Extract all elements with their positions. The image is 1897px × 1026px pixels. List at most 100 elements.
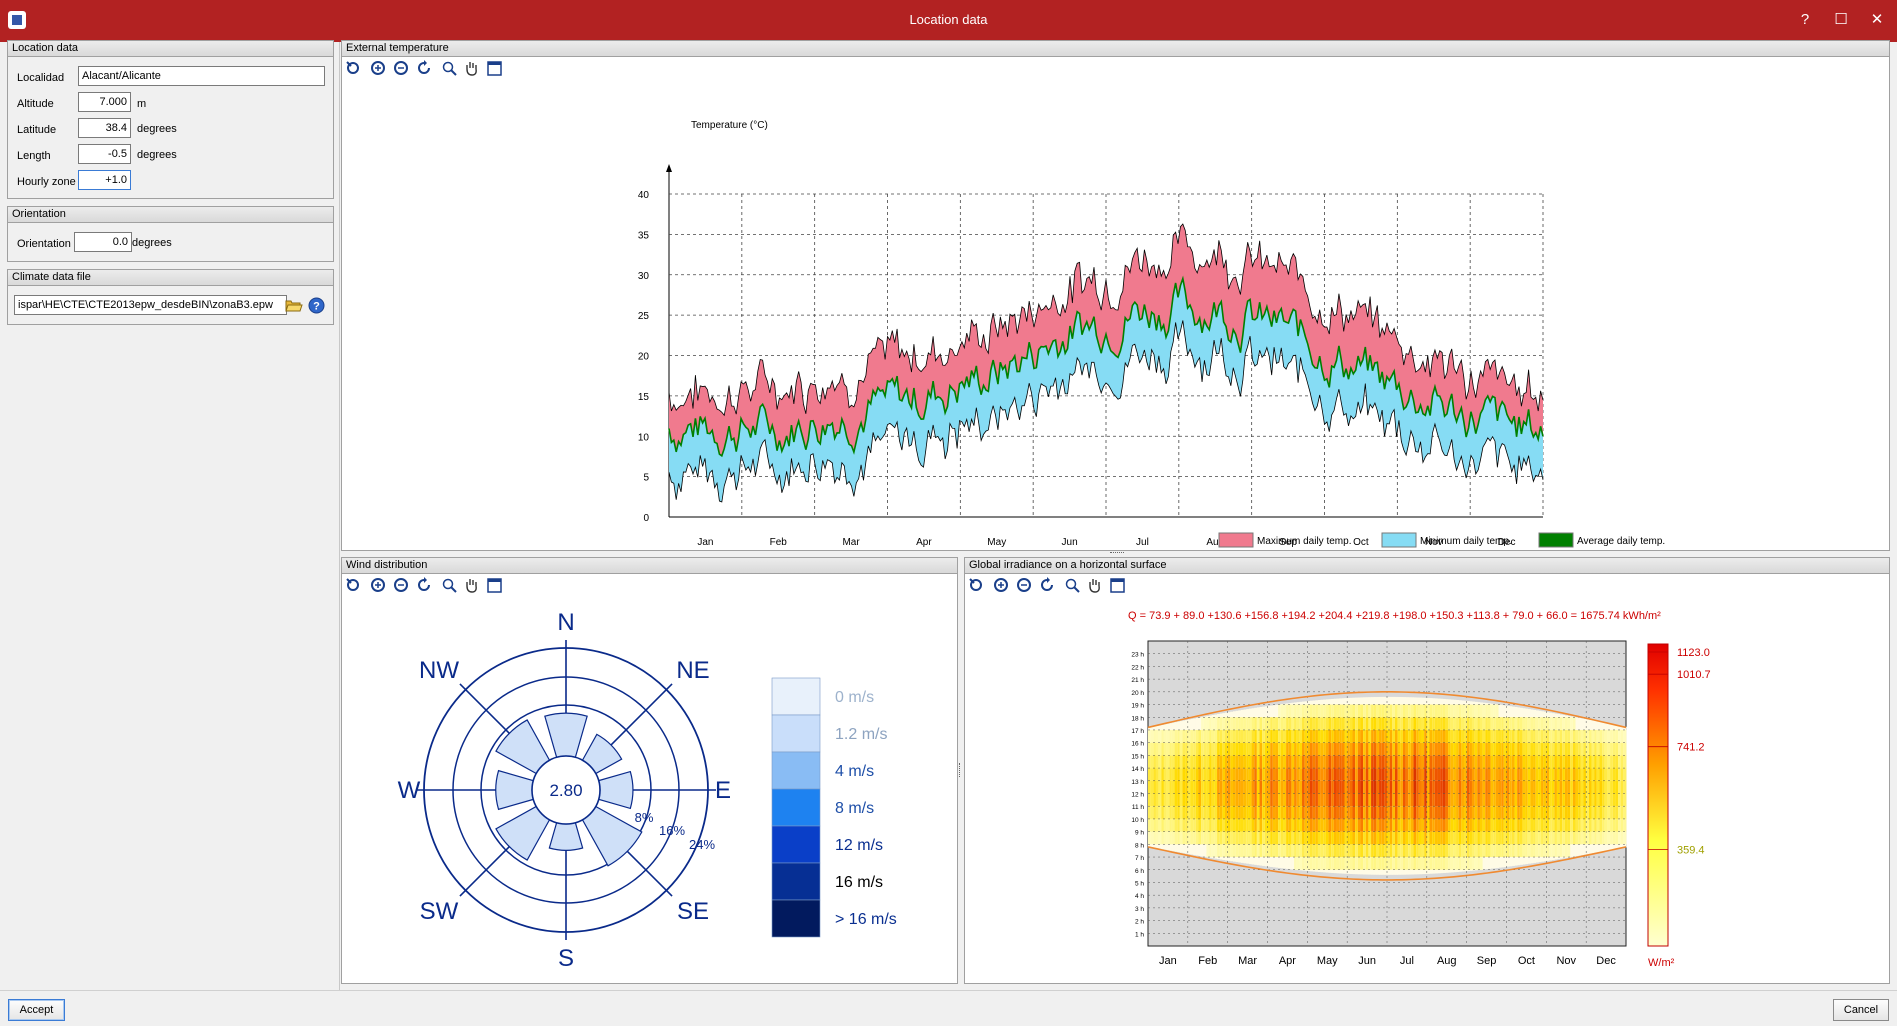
irradiance-cell	[1591, 768, 1595, 781]
irradiance-cell	[1177, 806, 1181, 819]
irradiance-cell	[1232, 844, 1237, 858]
irradiance-cell	[1408, 717, 1412, 730]
folder-open-icon[interactable]	[285, 297, 303, 313]
hourly-zone-input[interactable]: +1.0	[78, 170, 131, 190]
irradiance-cell	[1238, 793, 1242, 807]
irradiance-cell	[1533, 844, 1537, 858]
irradiance-cell	[1328, 806, 1332, 819]
irradiance-cell	[1243, 729, 1247, 743]
climate-file-input[interactable]: ispar\HE\CTE\CTE2013epw_desdeBIN\zonaB3.…	[14, 295, 287, 315]
irradiance-cell	[1214, 755, 1218, 769]
irradiance-cell	[1426, 831, 1430, 845]
maximize-button[interactable]: ☐	[1828, 8, 1854, 32]
hour-label: 23 h	[1131, 652, 1144, 659]
irradiance-cell	[1469, 742, 1473, 756]
irradiance-cell	[1291, 780, 1295, 794]
irradiance-cell	[1336, 768, 1340, 781]
cancel-button[interactable]: Cancel	[1833, 999, 1889, 1021]
irradiance-cell	[1201, 755, 1205, 769]
irradiance-cell	[1317, 742, 1322, 756]
irradiance-cell	[1519, 755, 1523, 769]
vertical-splitter[interactable]	[959, 763, 962, 777]
irradiance-cell	[1440, 717, 1444, 730]
irradiance-cell	[1214, 793, 1218, 807]
irradiance-cell	[1448, 831, 1452, 845]
zoom-out-icon[interactable]	[393, 60, 410, 77]
irradiance-cell	[1487, 831, 1491, 845]
irradiance-cell	[1570, 780, 1574, 794]
irradiance-cell	[1530, 755, 1534, 769]
irradiance-cell	[1594, 818, 1598, 832]
irradiance-cell	[1193, 818, 1197, 832]
irradiance-cell	[1240, 780, 1244, 794]
irradiance-cell	[1397, 768, 1401, 781]
length-input[interactable]: -0.5	[78, 144, 131, 164]
irradiance-cell	[1325, 717, 1329, 730]
irradiance-cell	[1365, 755, 1369, 769]
irradiance-cell	[1376, 742, 1380, 756]
zoom-in-icon[interactable]	[370, 60, 387, 77]
irradiance-cell	[1546, 818, 1550, 832]
irradiance-cell	[1490, 806, 1494, 819]
irradiance-cell	[1535, 780, 1539, 794]
wind-legend-label: 1.2 m/s	[835, 726, 887, 743]
irradiance-cell	[1416, 844, 1420, 858]
irradiance-cell	[1246, 729, 1250, 743]
irradiance-cell	[1262, 793, 1266, 807]
help-icon[interactable]: ?	[308, 297, 325, 314]
irradiance-cell	[1339, 704, 1343, 718]
locality-input[interactable]: Alacant/Alicante	[78, 66, 325, 86]
irradiance-cell	[1347, 742, 1351, 756]
irradiance-cell	[1331, 729, 1335, 743]
irradiance-cell	[1288, 768, 1292, 781]
irradiance-cell	[1413, 806, 1417, 819]
wind-legend-label: 4 m/s	[835, 763, 874, 780]
irradiance-cell	[1541, 818, 1545, 832]
irradiance-cell	[1283, 768, 1287, 781]
irradiance-cell	[1604, 793, 1608, 807]
hour-label: 1 h	[1135, 931, 1144, 938]
magnifier-icon[interactable]	[441, 60, 458, 77]
accept-button[interactable]: Accept	[8, 999, 65, 1021]
help-button[interactable]: ?	[1792, 8, 1818, 32]
export-icon[interactable]	[486, 60, 503, 77]
altitude-input[interactable]: 7.000	[78, 92, 131, 112]
latitude-input[interactable]: 38.4	[78, 118, 131, 138]
month-label: Jun	[1062, 537, 1078, 548]
irradiance-cell	[1564, 806, 1568, 819]
irradiance-cell	[1594, 768, 1598, 781]
irradiance-cell	[1254, 729, 1258, 743]
wind-legend-swatch	[771, 714, 821, 753]
irradiance-cell	[1238, 768, 1242, 781]
close-button[interactable]: ✕	[1864, 8, 1890, 32]
horizontal-splitter[interactable]	[1110, 552, 1124, 555]
irradiance-cell	[1551, 806, 1555, 819]
irradiance-cell	[1309, 844, 1314, 858]
irradiance-cell	[1368, 704, 1372, 718]
pan-hand-icon[interactable]	[463, 60, 480, 77]
irradiance-cell	[1445, 806, 1449, 819]
irradiance-cell	[1201, 793, 1205, 807]
irradiance-cell	[1485, 755, 1489, 769]
irradiance-cell	[1591, 755, 1595, 769]
irradiance-cell	[1222, 818, 1226, 832]
irradiance-cell	[1357, 806, 1361, 819]
irradiance-cell	[1402, 780, 1406, 794]
irradiance-cell	[1511, 818, 1515, 832]
irradiance-cell	[1158, 818, 1162, 832]
irradiance-cell	[1203, 780, 1207, 794]
irradiance-cell	[1309, 831, 1314, 845]
irradiance-cell	[1479, 857, 1483, 870]
zoom-reset-icon[interactable]	[345, 60, 362, 77]
irradiance-cell	[1501, 755, 1505, 769]
irradiance-cell	[1522, 793, 1526, 807]
irradiance-cell	[1408, 793, 1412, 807]
irradiance-cell	[1217, 729, 1221, 743]
irradiance-cell	[1567, 742, 1571, 756]
irradiance-cell	[1495, 755, 1499, 769]
refresh-icon[interactable]	[416, 60, 433, 77]
irradiance-cell	[1355, 780, 1359, 794]
irradiance-cell	[1150, 818, 1154, 832]
orientation-input[interactable]: 0.0	[74, 232, 132, 252]
irradiance-cell	[1148, 755, 1152, 769]
